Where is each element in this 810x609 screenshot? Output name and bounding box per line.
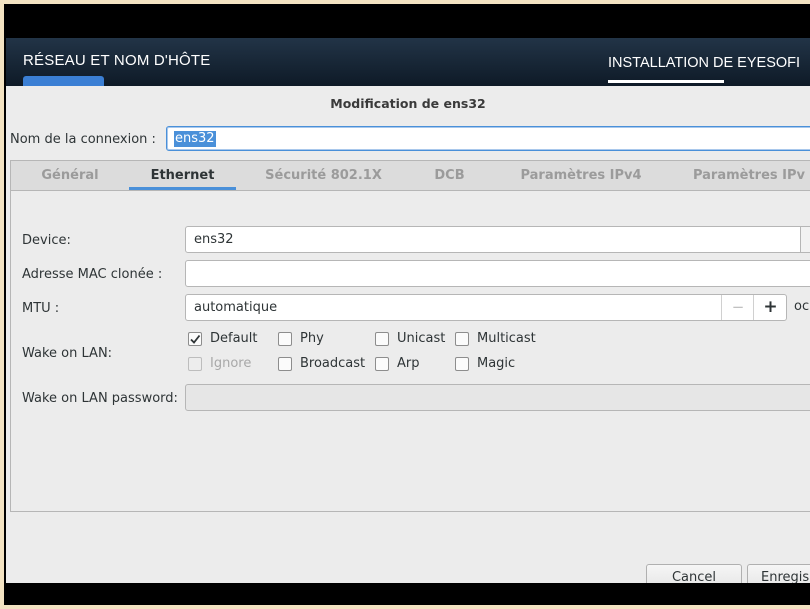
device-label: Device: bbox=[22, 233, 71, 248]
install-title-underline bbox=[608, 80, 724, 83]
settings-notebook: Général Ethernet Sécurité 802.1X DCB Par… bbox=[10, 160, 810, 512]
mtu-spinner[interactable]: automatique − + bbox=[185, 294, 787, 321]
wol-broadcast-label: Broadcast bbox=[300, 356, 366, 371]
checkbox-box bbox=[188, 332, 202, 346]
dialog-title: Modification de ens32 bbox=[330, 96, 486, 111]
install-title: INSTALLATION DE EYESOFI bbox=[608, 55, 801, 71]
active-tab-indicator bbox=[129, 187, 236, 190]
tab-ipv4[interactable]: Paramètres IPv4 bbox=[488, 161, 674, 190]
checkbox-box bbox=[455, 357, 469, 371]
device-combo[interactable]: ens32 bbox=[185, 226, 810, 253]
wake-on-lan-label: Wake on LAN: bbox=[22, 346, 113, 361]
wol-password-label: Wake on LAN password: bbox=[22, 391, 178, 406]
mtu-label: MTU : bbox=[22, 301, 60, 316]
cloned-mac-label: Adresse MAC clonée : bbox=[22, 267, 163, 282]
wol-multicast-label: Multicast bbox=[477, 331, 536, 346]
checkbox-box bbox=[455, 332, 469, 346]
mtu-increment-button[interactable]: + bbox=[753, 295, 787, 320]
cancel-button[interactable]: Cancel bbox=[646, 564, 742, 583]
device-value: ens32 bbox=[194, 232, 234, 247]
wol-unicast-label: Unicast bbox=[397, 331, 446, 346]
tab-general[interactable]: Général bbox=[11, 161, 129, 190]
device-dropdown-button[interactable] bbox=[800, 227, 810, 252]
connection-name-label: Nom de la connexion : bbox=[10, 132, 156, 147]
checkbox-box bbox=[375, 332, 389, 346]
connection-name-value: ens32 bbox=[174, 131, 216, 147]
checkbox-box bbox=[375, 357, 389, 371]
connection-name-input[interactable]: ens32 bbox=[166, 126, 810, 151]
mtu-decrement-button[interactable]: − bbox=[721, 295, 754, 320]
installer-window: RÉSEAU ET NOM D'HÔTE INSTALLATION DE EYE… bbox=[6, 38, 810, 583]
checkbox-box bbox=[278, 332, 292, 346]
screen-frame: RÉSEAU ET NOM D'HÔTE INSTALLATION DE EYE… bbox=[4, 4, 810, 605]
tab-ethernet[interactable]: Ethernet bbox=[129, 161, 236, 190]
tab-bar: Général Ethernet Sécurité 802.1X DCB Par… bbox=[11, 161, 810, 191]
checkbox-box bbox=[278, 357, 292, 371]
cloned-mac-input[interactable] bbox=[185, 260, 810, 287]
tab-dcb[interactable]: DCB bbox=[411, 161, 488, 190]
wol-arp-label: Arp bbox=[397, 356, 420, 371]
mtu-unit: oc bbox=[794, 299, 810, 314]
tab-security-8021x[interactable]: Sécurité 802.1X bbox=[236, 161, 411, 190]
checkbox-box bbox=[188, 357, 202, 371]
wol-default-label: Default bbox=[210, 331, 258, 346]
spoke-title: RÉSEAU ET NOM D'HÔTE bbox=[23, 52, 211, 69]
wol-password-input[interactable] bbox=[185, 384, 810, 411]
installer-header: RÉSEAU ET NOM D'HÔTE INSTALLATION DE EYE… bbox=[6, 38, 810, 86]
checkmark-icon bbox=[190, 334, 201, 344]
save-button[interactable]: Enregis bbox=[747, 564, 810, 583]
wol-ignore-label: Ignore bbox=[210, 356, 252, 371]
tab-ipv6[interactable]: Paramètres IPv bbox=[674, 161, 810, 190]
wol-phy-label: Phy bbox=[300, 331, 324, 346]
done-button-stub[interactable] bbox=[23, 76, 104, 86]
mtu-value: automatique bbox=[194, 300, 278, 315]
wol-magic-label: Magic bbox=[477, 356, 516, 371]
